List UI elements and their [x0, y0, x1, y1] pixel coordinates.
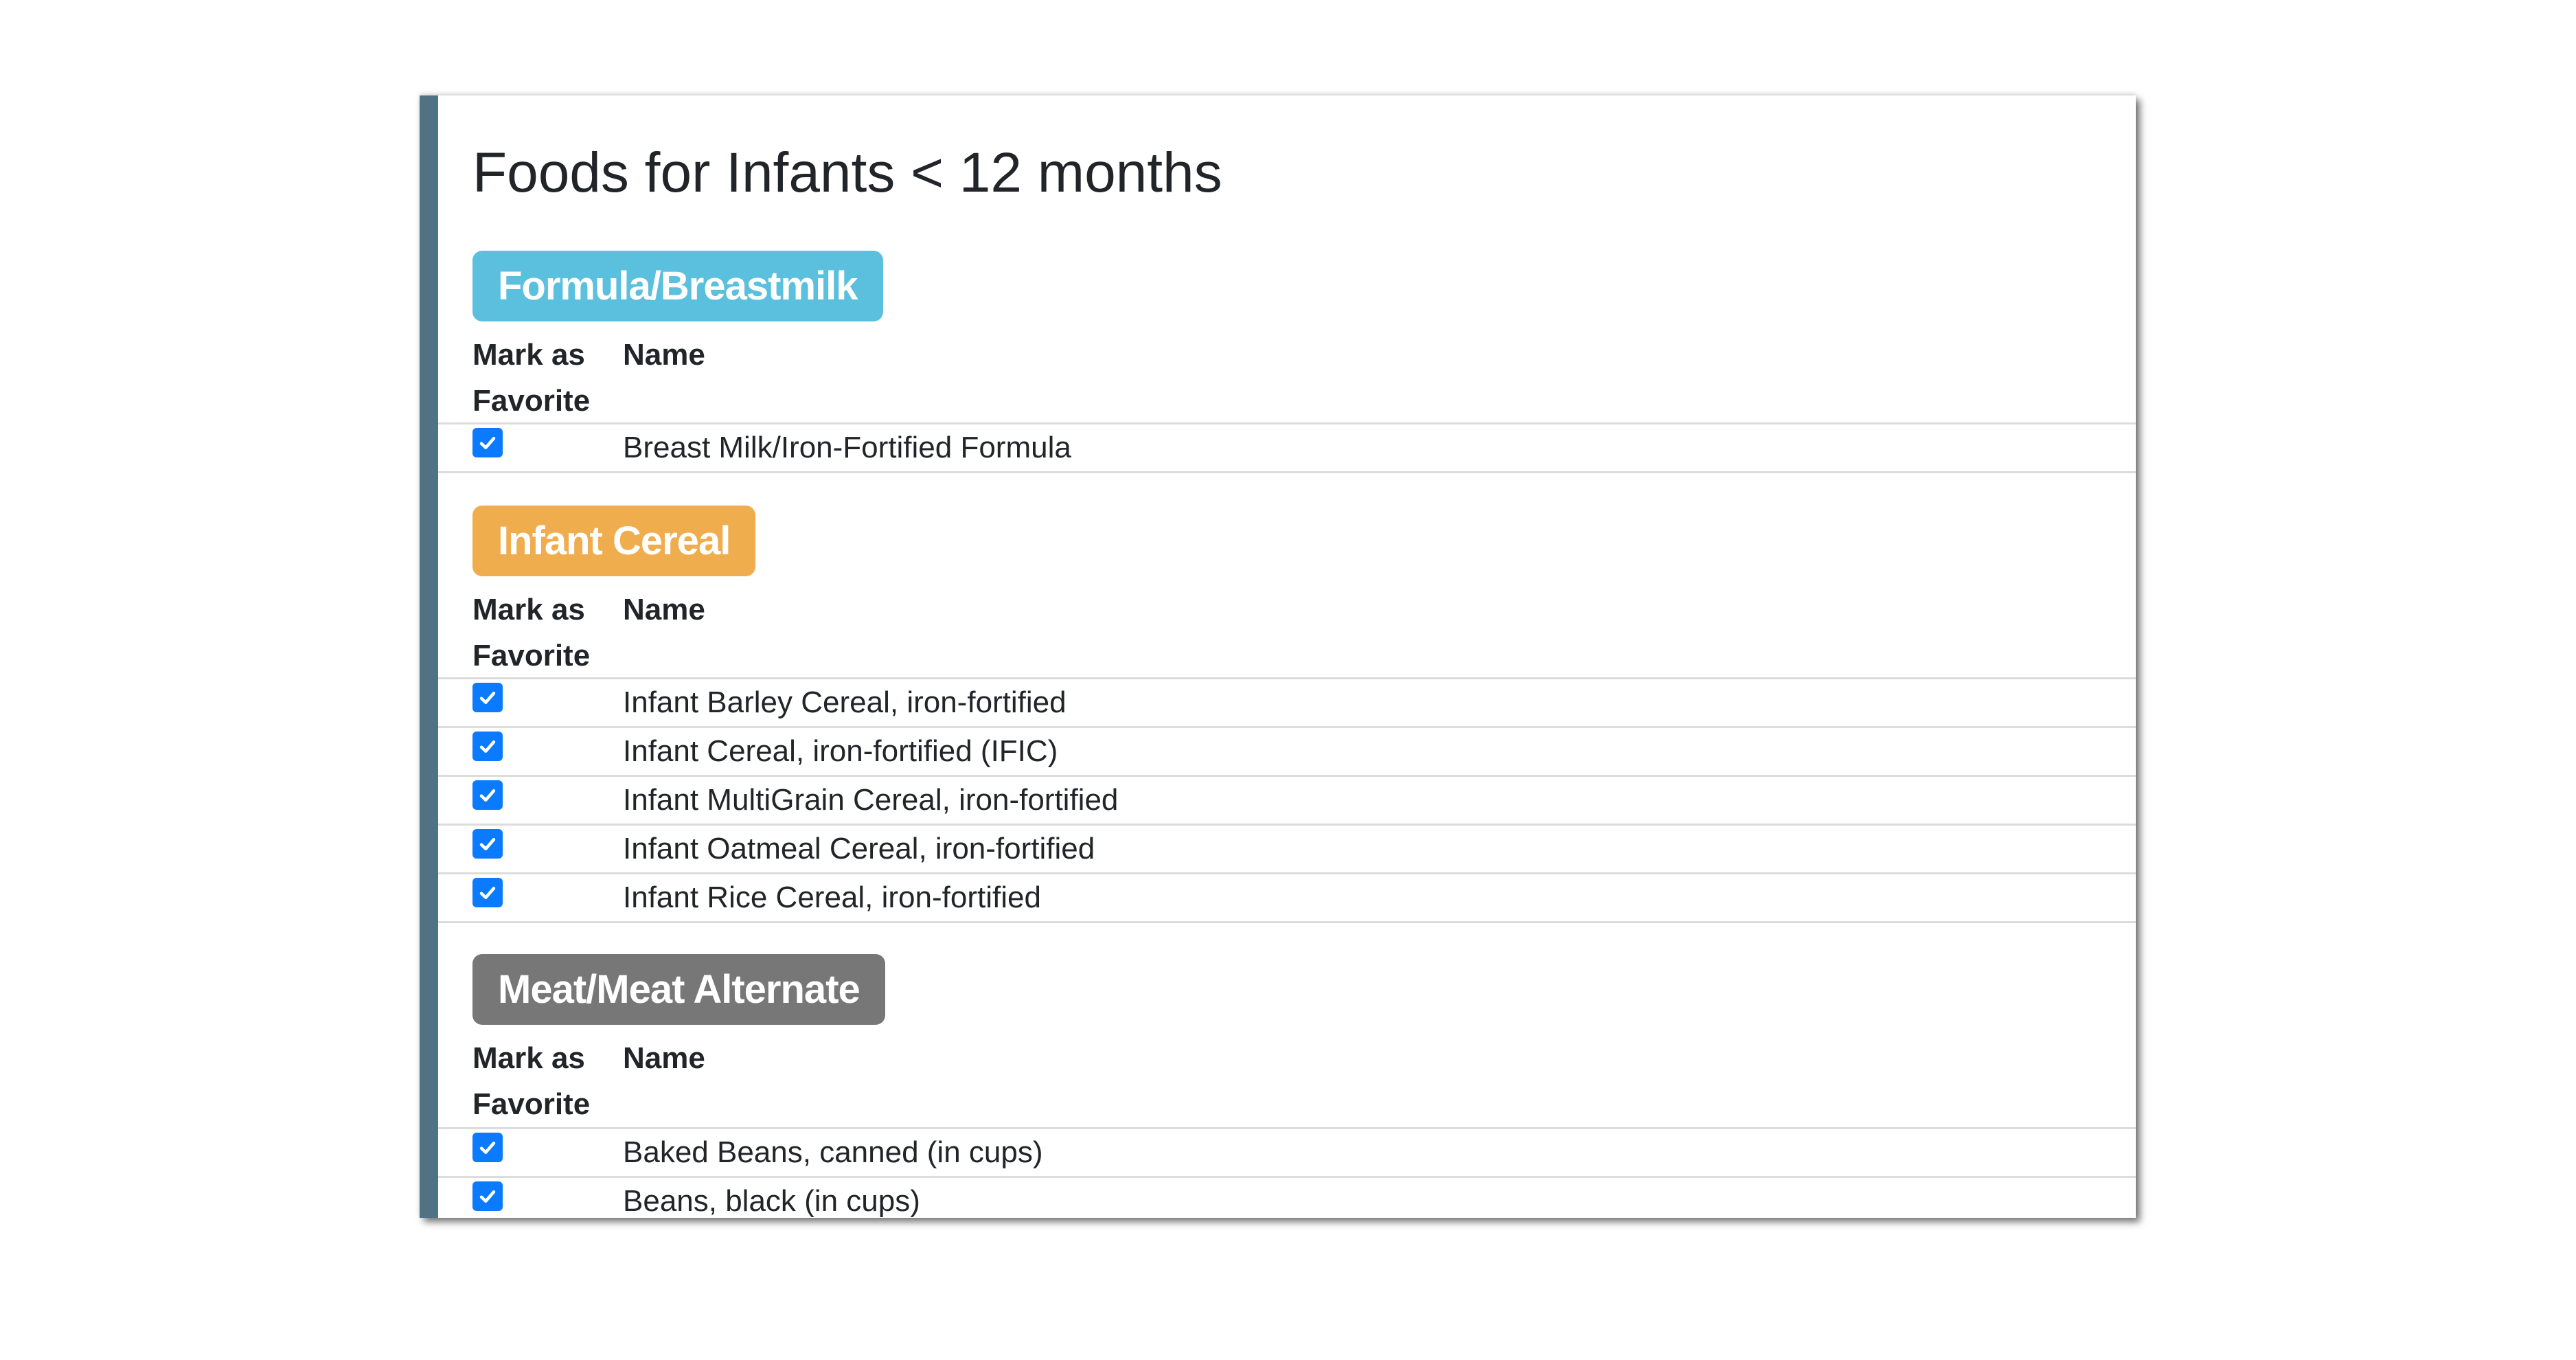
category-badge: Meat/Meat Alternate	[472, 954, 885, 1025]
food-name: Infant Oatmeal Cereal, iron-fortified	[623, 832, 1095, 865]
check-icon	[479, 1190, 496, 1203]
page-title: Foods for Infants < 12 months	[472, 141, 1222, 204]
check-icon	[479, 740, 496, 753]
header-name: Name	[623, 338, 705, 372]
favorite-checkbox[interactable]	[472, 878, 503, 907]
check-icon	[479, 436, 496, 449]
table-row: Infant Barley Cereal, iron-fortified	[438, 677, 2136, 726]
table-row: Infant Cereal, iron-fortified (IFIC)	[438, 726, 2136, 775]
header-mark-as-favorite: Mark as Favorite	[472, 1041, 591, 1121]
category-badge: Formula/Breastmilk	[472, 251, 883, 321]
favorite-checkbox[interactable]	[472, 780, 503, 810]
food-list: Breast Milk/Iron-Fortified Formula	[438, 422, 2136, 473]
header-mark-as-favorite: Mark as Favorite	[472, 338, 591, 418]
food-name: Infant MultiGrain Cereal, iron-fortified	[623, 783, 1119, 817]
favorite-checkbox[interactable]	[472, 1133, 503, 1162]
food-name: Beans, black (in cups)	[623, 1184, 920, 1218]
food-list: Infant Barley Cereal, iron-fortified Inf…	[438, 677, 2136, 923]
favorite-checkbox[interactable]	[472, 428, 503, 457]
check-icon	[479, 691, 496, 704]
table-row: Infant MultiGrain Cereal, iron-fortified	[438, 775, 2136, 824]
food-name: Infant Cereal, iron-fortified (IFIC)	[623, 734, 1058, 768]
check-icon	[479, 1141, 496, 1154]
header-name: Name	[623, 593, 705, 626]
food-name: Breast Milk/Iron-Fortified Formula	[623, 431, 1071, 464]
foods-card: Foods for Infants < 12 months Formula/Br…	[420, 95, 2136, 1218]
table-row: Breast Milk/Iron-Fortified Formula	[438, 422, 2136, 473]
food-list: Baked Beans, canned (in cups) Beans, bla…	[438, 1127, 2136, 1218]
favorite-checkbox[interactable]	[472, 683, 503, 712]
table-row: Baked Beans, canned (in cups)	[438, 1127, 2136, 1176]
header-mark-as-favorite: Mark as Favorite	[472, 593, 591, 672]
favorite-checkbox[interactable]	[472, 732, 503, 761]
check-icon	[479, 789, 496, 802]
category-badge: Infant Cereal	[472, 506, 756, 576]
food-name: Baked Beans, canned (in cups)	[623, 1135, 1043, 1169]
food-name: Infant Barley Cereal, iron-fortified	[623, 685, 1067, 719]
table-row: Infant Oatmeal Cereal, iron-fortified	[438, 824, 2136, 872]
check-icon	[479, 886, 496, 899]
check-icon	[479, 837, 496, 850]
favorite-checkbox[interactable]	[472, 829, 503, 859]
table-row: Infant Rice Cereal, iron-fortified	[438, 872, 2136, 923]
food-name: Infant Rice Cereal, iron-fortified	[623, 881, 1041, 914]
table-row: Beans, black (in cups)	[438, 1176, 2136, 1218]
favorite-checkbox[interactable]	[472, 1181, 503, 1211]
header-name: Name	[623, 1041, 705, 1075]
